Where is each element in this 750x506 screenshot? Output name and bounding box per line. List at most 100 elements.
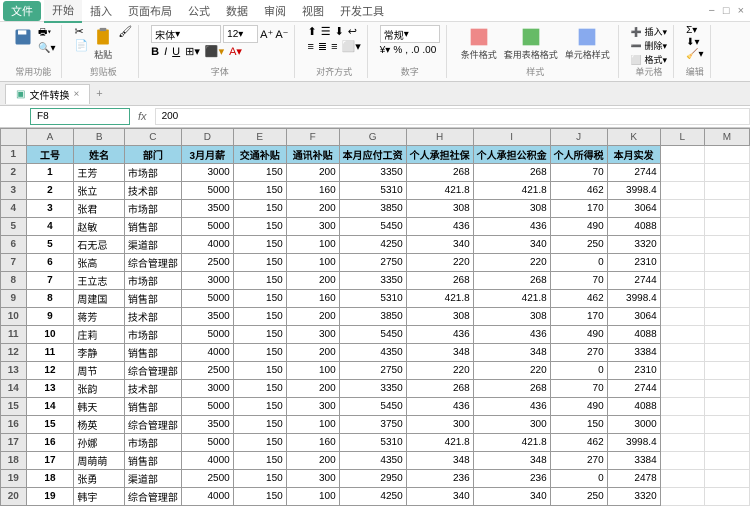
- cell[interactable]: 杨英: [74, 416, 124, 434]
- cell[interactable]: 421.8: [406, 434, 473, 452]
- cell[interactable]: 170: [550, 200, 607, 218]
- row-header[interactable]: 16: [1, 416, 27, 434]
- cell[interactable]: 150: [233, 488, 286, 506]
- col-header[interactable]: F: [286, 129, 339, 146]
- shrink-font-icon[interactable]: A⁻: [275, 28, 288, 41]
- cell[interactable]: 赵敏: [74, 218, 124, 236]
- cell[interactable]: 3384: [607, 452, 660, 470]
- cell[interactable]: 17: [26, 452, 74, 470]
- cell[interactable]: 300: [406, 416, 473, 434]
- cell[interactable]: 7: [26, 272, 74, 290]
- cell[interactable]: 19: [26, 488, 74, 506]
- percent-icon[interactable]: %: [393, 45, 402, 56]
- cell[interactable]: 100: [286, 488, 339, 506]
- cell[interactable]: 300: [286, 326, 339, 344]
- cell[interactable]: 436: [406, 398, 473, 416]
- cell[interactable]: 150: [233, 398, 286, 416]
- bold-button[interactable]: B: [151, 46, 159, 58]
- clear-icon[interactable]: 🧹▾: [686, 49, 703, 60]
- cell[interactable]: 孙娜: [74, 434, 124, 452]
- cell[interactable]: 2310: [607, 254, 660, 272]
- cell[interactable]: 1: [26, 164, 74, 182]
- cell[interactable]: 技术部: [124, 182, 181, 200]
- col-header[interactable]: B: [74, 129, 124, 146]
- cell[interactable]: 5000: [181, 326, 233, 344]
- italic-button[interactable]: I: [164, 46, 167, 58]
- merge-icon[interactable]: ⬜▾: [342, 40, 361, 53]
- cell[interactable]: 268: [473, 380, 550, 398]
- cell[interactable]: 421.8: [406, 182, 473, 200]
- size-select[interactable]: 12 ▾: [223, 25, 258, 43]
- dec-dec-icon[interactable]: .00: [422, 45, 436, 56]
- cell[interactable]: 14: [26, 398, 74, 416]
- cell[interactable]: 3000: [181, 380, 233, 398]
- cell[interactable]: 300: [286, 218, 339, 236]
- cell[interactable]: 268: [473, 272, 550, 290]
- cell[interactable]: 268: [406, 380, 473, 398]
- maximize-icon[interactable]: □: [723, 5, 730, 17]
- cell[interactable]: 170: [550, 308, 607, 326]
- cell[interactable]: 421.8: [473, 434, 550, 452]
- cell[interactable]: 308: [473, 308, 550, 326]
- cell[interactable]: 200: [286, 272, 339, 290]
- cell[interactable]: 348: [406, 452, 473, 470]
- cell[interactable]: 308: [473, 200, 550, 218]
- cell[interactable]: 3000: [181, 272, 233, 290]
- cell[interactable]: 4000: [181, 488, 233, 506]
- cell[interactable]: 5: [26, 236, 74, 254]
- cell[interactable]: 490: [550, 218, 607, 236]
- cell[interactable]: 5000: [181, 434, 233, 452]
- cell[interactable]: 3350: [339, 380, 406, 398]
- data-header[interactable]: 交通补贴: [233, 146, 286, 164]
- col-header[interactable]: D: [181, 129, 233, 146]
- cell[interactable]: 3384: [607, 344, 660, 362]
- cell[interactable]: 436: [473, 218, 550, 236]
- cell[interactable]: 5000: [181, 182, 233, 200]
- copy-icon[interactable]: 📄: [74, 39, 88, 52]
- cell[interactable]: 200: [286, 164, 339, 182]
- cell[interactable]: 3850: [339, 200, 406, 218]
- cell[interactable]: 150: [233, 308, 286, 326]
- cell[interactable]: 12: [26, 362, 74, 380]
- tab-close-icon[interactable]: ×: [73, 89, 79, 100]
- cell[interactable]: 15: [26, 416, 74, 434]
- cell[interactable]: 张君: [74, 200, 124, 218]
- cell[interactable]: 庄莉: [74, 326, 124, 344]
- col-header[interactable]: K: [607, 129, 660, 146]
- spreadsheet[interactable]: ABCDEFGHIJKLM1工号姓名部门3月月薪交通补贴通讯补贴本月应付工资个人…: [0, 128, 750, 506]
- cell[interactable]: 2744: [607, 164, 660, 182]
- cell[interactable]: 2744: [607, 272, 660, 290]
- cell[interactable]: 市场部: [124, 200, 181, 218]
- cell[interactable]: 268: [406, 272, 473, 290]
- align-bot-icon[interactable]: ⬇: [335, 25, 344, 38]
- preview-icon[interactable]: 🔍▾: [38, 43, 55, 54]
- close-icon[interactable]: ×: [738, 5, 744, 17]
- cell[interactable]: 70: [550, 380, 607, 398]
- tab-data[interactable]: 数据: [218, 0, 256, 22]
- tab-home[interactable]: 开始: [44, 0, 82, 23]
- fill-icon[interactable]: ⬇▾: [686, 37, 703, 48]
- cell[interactable]: 150: [233, 416, 286, 434]
- cell[interactable]: 10: [26, 326, 74, 344]
- row-header[interactable]: 19: [1, 470, 27, 488]
- cell[interactable]: 技术部: [124, 308, 181, 326]
- cell[interactable]: 9: [26, 308, 74, 326]
- comma-icon[interactable]: ,: [405, 45, 408, 56]
- cell[interactable]: 4088: [607, 218, 660, 236]
- row-header[interactable]: 3: [1, 182, 27, 200]
- cell[interactable]: 3000: [181, 164, 233, 182]
- col-header[interactable]: H: [406, 129, 473, 146]
- cell[interactable]: 348: [406, 344, 473, 362]
- align-center-icon[interactable]: ≣: [318, 40, 327, 53]
- cell[interactable]: 348: [473, 452, 550, 470]
- cell[interactable]: 3064: [607, 308, 660, 326]
- border-icon[interactable]: ⊞▾: [185, 45, 200, 58]
- cell[interactable]: 技术部: [124, 380, 181, 398]
- cell[interactable]: 250: [550, 236, 607, 254]
- cell[interactable]: 5450: [339, 218, 406, 236]
- cell[interactable]: 340: [473, 236, 550, 254]
- cell[interactable]: 4000: [181, 344, 233, 362]
- cell[interactable]: 150: [233, 380, 286, 398]
- cell[interactable]: 18: [26, 470, 74, 488]
- table-format-button[interactable]: 套用表格格式: [502, 25, 560, 63]
